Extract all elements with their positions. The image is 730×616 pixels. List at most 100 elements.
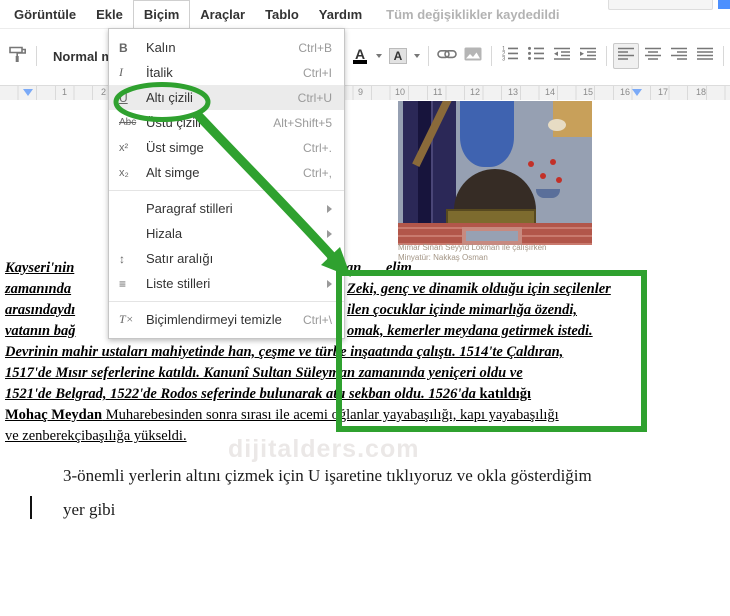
painting-detail bbox=[460, 101, 514, 167]
doc-text-line[interactable]: ilen çocuklar içinde mimarlığa özendi, bbox=[347, 302, 577, 319]
doc-text-line[interactable]: an bbox=[346, 260, 361, 277]
share-button-partial[interactable] bbox=[718, 0, 730, 9]
menu-item-bicimlendirmeyi-temizle[interactable]: T× Biçimlendirmeyi temizle Ctrl+\ bbox=[109, 307, 344, 332]
image-icon bbox=[464, 47, 482, 66]
list-styles-icon: ≡ bbox=[119, 276, 127, 291]
menu-item-label: İtalik bbox=[146, 65, 173, 80]
align-center-button[interactable] bbox=[641, 44, 665, 68]
google-docs-window: { "colors": { "annotation_green": "#2fa1… bbox=[0, 0, 730, 616]
justify-icon bbox=[696, 47, 714, 66]
superscript-icon: x² bbox=[119, 141, 129, 154]
numbered-list-button[interactable]: 1 2 3 bbox=[498, 44, 522, 68]
doc-paragraph-line[interactable]: yer gibi bbox=[63, 500, 115, 520]
menu-item-label: Altı çizili bbox=[146, 90, 193, 105]
link-icon bbox=[437, 47, 457, 66]
insert-link-button[interactable] bbox=[435, 44, 459, 68]
align-left-button[interactable] bbox=[613, 43, 639, 69]
highlight-color-dropdown-icon[interactable] bbox=[414, 54, 420, 58]
highlight-color-icon: A bbox=[388, 48, 408, 64]
toolbar-separator bbox=[606, 46, 607, 66]
painting-detail bbox=[550, 159, 556, 165]
menu-item-shortcut: Ctrl+B bbox=[298, 40, 332, 55]
ruler-mark: 12 bbox=[470, 87, 481, 97]
bulleted-list-button[interactable] bbox=[524, 44, 548, 68]
image-caption[interactable]: Mimar Sinan Seyyid Lokman ile çalışırken… bbox=[398, 243, 547, 263]
left-indent-marker[interactable] bbox=[23, 89, 33, 96]
menu-item-shortcut: Ctrl+. bbox=[302, 140, 332, 155]
menu-item-liste-stilleri[interactable]: ≡ Liste stilleri bbox=[109, 271, 344, 296]
menu-item-shortcut: Ctrl+, bbox=[302, 165, 332, 180]
menu-item-label: Biçimlendirmeyi temizle bbox=[146, 312, 282, 327]
menubar-item-ekle[interactable]: Ekle bbox=[86, 1, 133, 28]
doc-text-line[interactable]: elim bbox=[386, 260, 412, 277]
paint-format-button[interactable] bbox=[6, 44, 30, 68]
menu-item-shortcut: Ctrl+I bbox=[302, 65, 332, 80]
justify-button[interactable] bbox=[693, 44, 717, 68]
doc-text-line[interactable]: arasındaydı bbox=[5, 302, 75, 319]
bulleted-list-icon bbox=[527, 46, 545, 66]
text-color-dropdown-icon[interactable] bbox=[376, 54, 382, 58]
menu-item-kalin[interactable]: B Kalın Ctrl+B bbox=[109, 35, 344, 60]
menubar-item-goruntule[interactable]: Görüntüle bbox=[4, 1, 86, 28]
doc-text-line[interactable]: Kayseri'nin bbox=[5, 260, 74, 277]
decrease-indent-button[interactable] bbox=[550, 44, 574, 68]
menu-item-satir-araligi[interactable]: ↕ Satır aralığı bbox=[109, 246, 344, 271]
painting-detail bbox=[528, 161, 534, 167]
ruler-mark: 2 bbox=[101, 87, 107, 97]
svg-text:3: 3 bbox=[502, 57, 506, 61]
toolbar-separator bbox=[723, 46, 724, 66]
increase-indent-button[interactable] bbox=[576, 44, 600, 68]
doc-text-line[interactable]: omak, kemerler meydana getirmek istedi. bbox=[347, 323, 593, 340]
menubar-item-yardim[interactable]: Yardım bbox=[309, 1, 372, 28]
doc-text-line[interactable]: Devrinin mahir ustaları mahiyetinde han,… bbox=[5, 344, 563, 361]
subscript-icon: x₂ bbox=[119, 166, 129, 179]
insert-image-button[interactable] bbox=[461, 44, 485, 68]
menu-item-ust-simge[interactable]: x² Üst simge Ctrl+. bbox=[109, 135, 344, 160]
painting-detail bbox=[536, 189, 560, 198]
ruler-mark: 1 bbox=[62, 87, 68, 97]
miniature-painting-image[interactable] bbox=[398, 101, 592, 245]
ruler-mark: 14 bbox=[545, 87, 556, 97]
doc-text-line[interactable]: Zeki, genç ve dinamik olduğu için seçile… bbox=[347, 281, 611, 298]
doc-text-segment: 1521'de Belgrad, 1522'de Rodos seferinde… bbox=[5, 386, 480, 402]
doc-paragraph-line[interactable]: 3-önemli yerlerin altını çizmek için U i… bbox=[63, 466, 592, 486]
text-color-button[interactable]: A bbox=[348, 44, 372, 68]
doc-text-line[interactable]: zamanında bbox=[5, 281, 71, 298]
watermark: dijitalders.com bbox=[228, 435, 420, 463]
ruler-mark: 13 bbox=[508, 87, 519, 97]
submenu-arrow-icon bbox=[327, 254, 332, 263]
menubar-item-tablo[interactable]: Tablo bbox=[255, 1, 309, 28]
doc-text-line[interactable]: 1517'de Mısır seferlerine katıldı. Kanun… bbox=[5, 365, 523, 382]
save-status: Tüm değişiklikler kaydedildi bbox=[386, 6, 560, 22]
comments-button-partial[interactable] bbox=[608, 0, 713, 10]
doc-text-line[interactable]: ve zenberekçibaşılığa yükseldi. bbox=[5, 428, 187, 445]
align-right-button[interactable] bbox=[667, 44, 691, 68]
underline-icon: U bbox=[119, 90, 128, 105]
menu-separator bbox=[109, 190, 344, 191]
highlight-color-button[interactable]: A bbox=[386, 44, 410, 68]
menu-item-hizala[interactable]: Hizala bbox=[109, 221, 344, 246]
menu-item-italik[interactable]: I İtalik Ctrl+I bbox=[109, 60, 344, 85]
doc-text-segment: katıldığı bbox=[479, 386, 532, 402]
doc-text-line[interactable]: vatanın bağ bbox=[5, 323, 76, 340]
ruler-mark: 17 bbox=[658, 87, 669, 97]
doc-text-line[interactable]: Mohaç Meydan Muharebesinden sonra sırası… bbox=[5, 407, 559, 424]
menu-item-alt-simge[interactable]: x₂ Alt simge Ctrl+, bbox=[109, 160, 344, 185]
paint-roller-icon bbox=[8, 45, 28, 68]
menu-item-label: Liste stilleri bbox=[146, 276, 211, 291]
menu-item-label: Kalın bbox=[146, 40, 176, 55]
doc-text-line[interactable]: 1521'de Belgrad, 1522'de Rodos seferinde… bbox=[5, 386, 531, 403]
menubar-item-bicim[interactable]: Biçim bbox=[132, 0, 191, 29]
menu-item-alti-cizili[interactable]: U Altı çizili Ctrl+U bbox=[109, 85, 344, 110]
doc-text-segment: Mohaç Meydan bbox=[5, 407, 103, 423]
menu-item-label: Alt simge bbox=[146, 165, 200, 180]
numbered-list-icon: 1 2 3 bbox=[501, 46, 519, 66]
toolbar-separator bbox=[491, 46, 492, 66]
format-menu: B Kalın Ctrl+B I İtalik Ctrl+I U Altı çi… bbox=[108, 28, 345, 339]
right-indent-marker[interactable] bbox=[632, 89, 642, 96]
menu-item-ustu-cizili[interactable]: Abc Üstü çizili Alt+Shift+5 bbox=[109, 110, 344, 135]
menu-item-paragraf-stilleri[interactable]: Paragraf stilleri bbox=[109, 196, 344, 221]
menu-item-shortcut: Ctrl+\ bbox=[302, 312, 332, 327]
menubar-item-araclar[interactable]: Araçlar bbox=[190, 1, 255, 28]
submenu-arrow-icon bbox=[327, 229, 332, 238]
